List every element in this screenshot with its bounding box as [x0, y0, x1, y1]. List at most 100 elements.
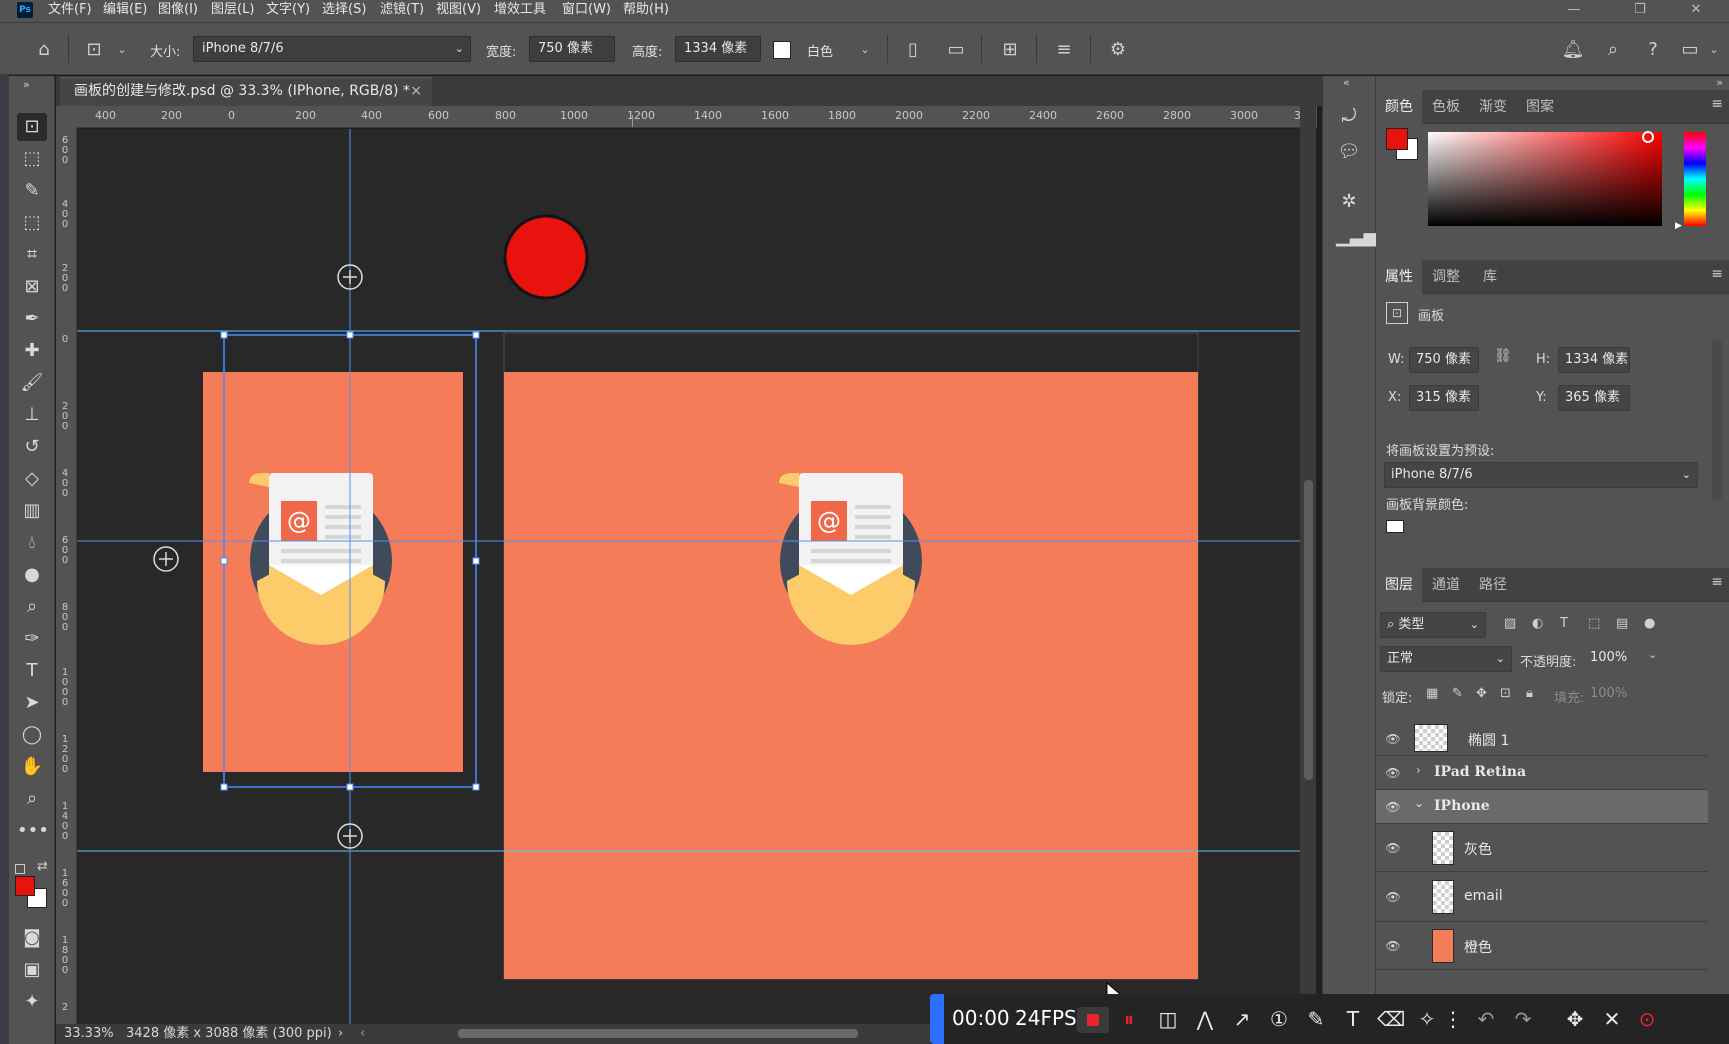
comments-icon[interactable]: 💬︎	[1336, 139, 1362, 165]
workspace-icon[interactable]: ▭	[1678, 38, 1702, 62]
layer-row-ipad-retina[interactable]: 👁︎ › IPad Retina	[1376, 756, 1708, 790]
marquee-tool-icon[interactable]: ⬚	[17, 145, 47, 173]
eraser-tool-icon[interactable]: ◇	[17, 465, 47, 493]
close-icon[interactable]: ✕	[1599, 1007, 1625, 1033]
menu-help[interactable]: 帮助(H)	[623, 0, 669, 22]
layer-row-iphone[interactable]: 👁︎ ⌄ IPhone	[1376, 790, 1708, 824]
eyedropper-tool-icon[interactable]: ✒	[17, 305, 47, 333]
chevron-down-icon[interactable]: ⌄	[853, 38, 877, 62]
x-field[interactable]: 315 像素	[1409, 385, 1479, 411]
more-options-icon[interactable]: ⋮	[1440, 1007, 1466, 1033]
layer-row-gray[interactable]: 👁︎ 灰色	[1376, 824, 1708, 872]
tab-paths[interactable]: 路径	[1470, 568, 1516, 602]
status-arrow-icon[interactable]: ›	[338, 1024, 343, 1044]
search-icon[interactable]: ⌕	[1601, 38, 1625, 62]
align-icon[interactable]: ≡	[1052, 38, 1076, 62]
recorder-handle[interactable]	[930, 994, 944, 1044]
color-picker-handle[interactable]	[1642, 131, 1654, 143]
type-tool-icon[interactable]: T	[17, 657, 47, 685]
history-icon[interactable]: ⤾	[1336, 104, 1362, 130]
panel-menu-icon[interactable]: ≡	[1711, 574, 1723, 590]
artboard-tool-icon[interactable]: ⊡	[17, 113, 47, 141]
document-info[interactable]: 3428 像素 x 3088 像素 (300 ppi)	[126, 1024, 332, 1044]
default-colors-icon[interactable]	[15, 864, 25, 874]
ellipse-tool-icon[interactable]: ◯	[17, 721, 47, 749]
artboard-bg-swatch[interactable]	[1386, 520, 1404, 533]
close-tab-icon[interactable]: ×	[410, 78, 422, 105]
object-select-tool-icon[interactable]: ⬚	[17, 209, 47, 237]
dodge-tool-icon[interactable]: ●	[17, 561, 47, 589]
visibility-eye-icon[interactable]: 👁︎	[1385, 765, 1401, 781]
chevron-down-icon[interactable]: ⌄	[1414, 796, 1424, 810]
preset-select[interactable]: iPhone 8/7/6 ⌄	[1384, 462, 1698, 488]
move-icon[interactable]: ✥	[1562, 1007, 1588, 1033]
generative-icon[interactable]: ✦	[17, 988, 47, 1016]
scroll-left-icon[interactable]: ‹	[360, 1024, 365, 1044]
layer-row-email[interactable]: 👁︎ email	[1376, 872, 1708, 922]
chevron-down-icon[interactable]: ⌄	[1648, 648, 1657, 661]
foreground-color-swatch[interactable]	[15, 876, 35, 896]
collapse-icon[interactable]: »	[1716, 76, 1723, 89]
restore-button[interactable]: ❐	[1620, 0, 1660, 22]
portrait-orientation-icon[interactable]: ▯	[901, 38, 925, 62]
visibility-eye-icon[interactable]: 👁︎	[1385, 799, 1401, 815]
lock-pixels-icon[interactable]: ✎	[1452, 686, 1463, 701]
iphone-artboard[interactable]: @	[203, 333, 463, 772]
tab-color[interactable]: 颜色	[1376, 90, 1422, 124]
swap-colors-icon[interactable]: ⇄	[37, 859, 48, 874]
hand-tool-icon[interactable]: ✋	[17, 753, 47, 781]
canvas[interactable]: @ @	[77, 129, 1300, 1024]
redo-icon[interactable]: ↷	[1510, 1007, 1536, 1033]
fill-field[interactable]: 100%	[1584, 682, 1646, 708]
zoom-in-tool-icon[interactable]: ⌕	[17, 593, 47, 621]
filter-toggle-icon[interactable]: ●	[1644, 616, 1655, 631]
polyline-tool-icon[interactable]: ⋀	[1192, 1007, 1218, 1033]
red-ellipse[interactable]	[503, 214, 589, 300]
lock-transparent-icon[interactable]: ▦	[1426, 686, 1438, 701]
chevron-down-icon[interactable]: ⌄	[1702, 38, 1726, 62]
close-window-button[interactable]: ✕	[1676, 0, 1716, 22]
y-field[interactable]: 365 像素	[1558, 385, 1630, 411]
histogram-icon[interactable]: ▁▃▅	[1336, 224, 1378, 250]
gear-icon[interactable]: ⚙	[1106, 38, 1130, 62]
tab-properties[interactable]: 属性	[1376, 260, 1422, 294]
crop-tool-icon[interactable]: ⌗	[17, 241, 47, 269]
lock-artboard-icon[interactable]: ⊡	[1500, 686, 1511, 701]
color-foreground-swatch[interactable]	[1386, 128, 1408, 150]
minimize-button[interactable]: —	[1554, 0, 1594, 22]
menu-view[interactable]: 视图(V)	[436, 0, 481, 22]
menu-window[interactable]: 窗口(W)	[562, 0, 611, 22]
tab-channels[interactable]: 通道	[1422, 568, 1470, 602]
history-brush-icon[interactable]: ↺	[17, 433, 47, 461]
filter-pixel-icon[interactable]: ▨	[1504, 616, 1516, 631]
layer-row-orange[interactable]: 👁︎ 橙色	[1376, 922, 1708, 970]
visibility-eye-icon[interactable]: 👁︎	[1385, 840, 1401, 856]
gradient-tool-icon[interactable]: ▥	[17, 497, 47, 525]
bg-color-swatch[interactable]	[773, 41, 791, 59]
menu-edit[interactable]: 编辑(E)	[103, 0, 147, 22]
filter-type-icon[interactable]: T	[1560, 616, 1568, 631]
menu-image[interactable]: 图像(I)	[158, 0, 198, 22]
visibility-eye-icon[interactable]: 👁︎	[1385, 889, 1401, 905]
menu-file[interactable]: 文件(F)	[48, 0, 92, 22]
lock-position-icon[interactable]: ✥	[1476, 686, 1487, 701]
horizontal-scroll-thumb[interactable]	[458, 1029, 858, 1038]
ipad-artboard[interactable]: @	[503, 332, 1199, 980]
quick-select-tool-icon[interactable]: ✎	[17, 177, 47, 205]
tab-gradients[interactable]: 渐变	[1470, 90, 1516, 124]
link-icon[interactable]: ⛓	[1494, 348, 1512, 364]
panel-menu-icon[interactable]: ≡	[1711, 266, 1723, 282]
menu-select[interactable]: 选择(S)	[322, 0, 366, 22]
zoom-tool-icon[interactable]: ⌕	[17, 785, 47, 813]
height-input[interactable]: 1334 像素	[675, 36, 761, 62]
arrow-tool-icon[interactable]: ↗	[1229, 1007, 1255, 1033]
visibility-eye-icon[interactable]: 👁︎	[1385, 731, 1401, 747]
frame-tool-icon[interactable]: ⊠	[17, 273, 47, 301]
properties-wheel-icon[interactable]: ✲	[1336, 189, 1362, 215]
width-input[interactable]: 750 像素	[529, 36, 615, 62]
hue-slider[interactable]	[1684, 132, 1706, 226]
chevron-right-icon[interactable]: ›	[1416, 763, 1421, 777]
blur-tool-icon[interactable]: 💧︎	[17, 529, 47, 557]
width-field[interactable]: 750 像素	[1409, 347, 1479, 373]
color-field[interactable]	[1428, 132, 1662, 226]
